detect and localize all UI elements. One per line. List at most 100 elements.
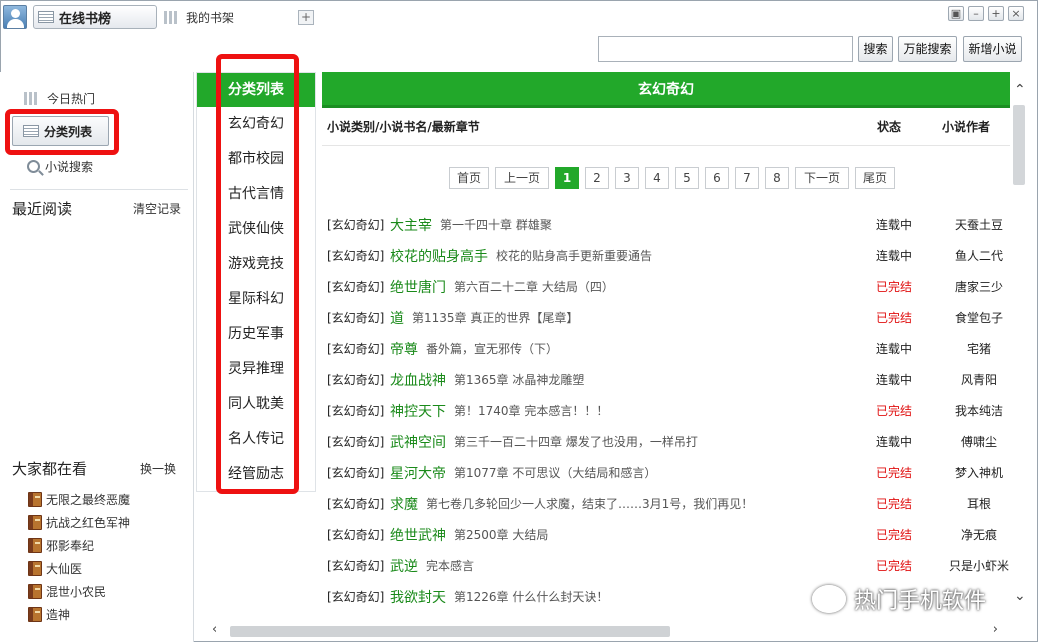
- add-novel-button[interactable]: 新增小说: [963, 36, 1022, 62]
- tab-my-bookshelf[interactable]: 我的书架: [164, 5, 234, 29]
- author-name[interactable]: 傅啸尘: [934, 433, 1010, 450]
- table-row[interactable]: [玄幻奇幻] 龙血战神 第1365章 冰晶神龙雕塑 连载中 风青阳: [322, 364, 1010, 395]
- search-input[interactable]: [598, 36, 853, 62]
- author-name[interactable]: 我本纯洁: [934, 402, 1010, 419]
- page-button-7[interactable]: 7: [735, 167, 759, 189]
- author-name[interactable]: 食堂包子: [934, 309, 1010, 326]
- novel-title-link[interactable]: 绝世武神: [390, 525, 446, 545]
- latest-chapter-link[interactable]: 第1365章 冰晶神龙雕塑: [454, 371, 584, 388]
- user-avatar[interactable]: [3, 5, 27, 29]
- add-tab-button[interactable]: +: [298, 10, 314, 25]
- novel-title-link[interactable]: 武逆: [390, 556, 418, 576]
- vertical-scrollbar[interactable]: ⌃ ⌄: [1010, 72, 1028, 624]
- sidebar-item-category-list[interactable]: 分类列表: [12, 116, 109, 146]
- latest-chapter-link[interactable]: 第六百二十二章 大结局（四）: [454, 278, 614, 295]
- prev-page-button[interactable]: 上一页: [495, 167, 549, 189]
- category-item[interactable]: 同人耽美: [228, 387, 315, 422]
- chevron-left-icon[interactable]: ‹: [212, 622, 217, 637]
- search-button[interactable]: 搜索: [858, 36, 893, 62]
- table-row[interactable]: [玄幻奇幻] 求魔 第七卷几多轮回少一人求魔，结束了……3月1号，我们再见！ 已完结 耳…: [322, 488, 1010, 519]
- table-row[interactable]: [玄幻奇幻] 校花的贴身高手 校花的贴身高手更新重要通告 连载中 鱼人二代: [322, 240, 1010, 271]
- clear-records-link[interactable]: 清空记录: [133, 200, 181, 217]
- author-name[interactable]: 净无痕: [934, 526, 1010, 543]
- novel-title-link[interactable]: 道: [390, 308, 404, 328]
- minimize-icon[interactable]: –: [968, 6, 984, 21]
- author-name[interactable]: 唐家三少: [934, 278, 1010, 295]
- table-row[interactable]: [玄幻奇幻] 武逆 完本感言 已完结 只是小虾米: [322, 550, 1010, 581]
- list-item[interactable]: 邪影奉纪: [28, 534, 130, 557]
- first-page-button[interactable]: 首页: [449, 167, 489, 189]
- category-item[interactable]: 玄幻奇幻: [228, 107, 315, 142]
- list-item[interactable]: 大仙医: [28, 557, 130, 580]
- restore-icon[interactable]: ▣: [948, 6, 964, 21]
- novel-title-link[interactable]: 大主宰: [390, 215, 432, 235]
- latest-chapter-link[interactable]: 第一千四十章 群雄聚: [440, 216, 552, 233]
- author-name[interactable]: 鱼人二代: [934, 247, 1010, 264]
- next-page-button[interactable]: 下一页: [795, 167, 849, 189]
- novel-title-link[interactable]: 武神空间: [390, 432, 446, 452]
- universal-search-button[interactable]: 万能搜索: [898, 36, 957, 62]
- list-item[interactable]: 造神: [28, 603, 130, 626]
- table-row[interactable]: [玄幻奇幻] 帝尊 番外篇，宣无邪传（下） 连载中 宅猪: [322, 333, 1010, 364]
- list-item[interactable]: 混世小农民: [28, 580, 130, 603]
- latest-chapter-link[interactable]: 番外篇，宣无邪传（下）: [426, 340, 558, 357]
- novel-title-link[interactable]: 绝世唐门: [390, 277, 446, 297]
- novel-title-link[interactable]: 求魔: [390, 494, 418, 514]
- sidebar-item-today-hot[interactable]: 今日热门: [24, 90, 95, 107]
- category-item[interactable]: 经管励志: [228, 457, 315, 492]
- novel-title-link[interactable]: 帝尊: [390, 339, 418, 359]
- latest-chapter-link[interactable]: 第七卷几多轮回少一人求魔，结束了……3月1号，我们再见！: [426, 495, 753, 512]
- novel-title-link[interactable]: 我欲封天: [390, 587, 446, 607]
- maximize-icon[interactable]: +: [988, 6, 1004, 21]
- table-row[interactable]: [玄幻奇幻] 绝世唐门 第六百二十二章 大结局（四） 已完结 唐家三少: [322, 271, 1010, 302]
- category-item[interactable]: 武侠仙侠: [228, 212, 315, 247]
- author-name[interactable]: 宅猪: [934, 340, 1010, 357]
- refresh-link[interactable]: 换一换: [140, 460, 176, 477]
- chevron-down-icon[interactable]: ⌄: [1014, 588, 1026, 604]
- latest-chapter-link[interactable]: 第1226章 什么什么封天诀！: [454, 588, 608, 605]
- horizontal-scrollbar[interactable]: ‹ ›: [208, 622, 1002, 640]
- novel-title-link[interactable]: 星河大帝: [390, 463, 446, 483]
- page-button-5[interactable]: 5: [675, 167, 699, 189]
- author-name[interactable]: 耳根: [934, 495, 1010, 512]
- table-row[interactable]: [玄幻奇幻] 绝世武神 第2500章 大结局 已完结 净无痕: [322, 519, 1010, 550]
- category-item[interactable]: 名人传记: [228, 422, 315, 457]
- novel-title-link[interactable]: 校花的贴身高手: [390, 246, 488, 266]
- chevron-right-icon[interactable]: ›: [993, 622, 998, 637]
- novel-title-link[interactable]: 龙血战神: [390, 370, 446, 390]
- sidebar-item-novel-search[interactable]: 小说搜索: [27, 158, 93, 175]
- author-name[interactable]: 只是小虾米: [934, 557, 1010, 574]
- close-icon[interactable]: ×: [1008, 6, 1024, 21]
- novel-title-link[interactable]: 神控天下: [390, 401, 446, 421]
- category-item[interactable]: 古代言情: [228, 177, 315, 212]
- table-row[interactable]: [玄幻奇幻] 神控天下 第！1740章 完本感言！！！ 已完结 我本纯洁: [322, 395, 1010, 426]
- latest-chapter-link[interactable]: 第！1740章 完本感言！！！: [454, 402, 608, 419]
- list-item[interactable]: 抗战之红色军神: [28, 511, 130, 534]
- page-button-3[interactable]: 3: [615, 167, 639, 189]
- author-name[interactable]: 天蚕土豆: [934, 216, 1010, 233]
- scroll-thumb[interactable]: [230, 626, 670, 637]
- chevron-up-icon[interactable]: ⌃: [1014, 82, 1026, 98]
- author-name[interactable]: 梦入神机: [934, 464, 1010, 481]
- latest-chapter-link[interactable]: 校花的贴身高手更新重要通告: [496, 247, 652, 264]
- latest-chapter-link[interactable]: 第2500章 大结局: [454, 526, 548, 543]
- page-button-2[interactable]: 2: [585, 167, 609, 189]
- category-item[interactable]: 都市校园: [228, 142, 315, 177]
- latest-chapter-link[interactable]: 第1135章 真正的世界【尾章】: [412, 309, 578, 326]
- page-button-1[interactable]: 1: [555, 167, 579, 189]
- latest-chapter-link[interactable]: 第1077章 不可思议（大结局和感言）: [454, 464, 656, 481]
- table-row[interactable]: [玄幻奇幻] 星河大帝 第1077章 不可思议（大结局和感言） 已完结 梦入神机: [322, 457, 1010, 488]
- table-row[interactable]: [玄幻奇幻] 武神空间 第三千一百二十四章 爆发了也没用，一样吊打 连载中 傅啸尘: [322, 426, 1010, 457]
- table-row[interactable]: [玄幻奇幻] 大主宰 第一千四十章 群雄聚 连载中 天蚕土豆: [322, 209, 1010, 240]
- category-item[interactable]: 星际科幻: [228, 282, 315, 317]
- category-item[interactable]: 历史军事: [228, 317, 315, 352]
- latest-chapter-link[interactable]: 完本感言: [426, 557, 474, 574]
- last-page-button[interactable]: 尾页: [855, 167, 895, 189]
- category-item[interactable]: 灵异推理: [228, 352, 315, 387]
- latest-chapter-link[interactable]: 第三千一百二十四章 爆发了也没用，一样吊打: [454, 433, 698, 450]
- table-row[interactable]: [玄幻奇幻] 道第1135章 真正的世界【尾章】 已完结 食堂包子: [322, 302, 1010, 333]
- page-button-8[interactable]: 8: [765, 167, 789, 189]
- author-name[interactable]: 风青阳: [934, 371, 1010, 388]
- page-button-4[interactable]: 4: [645, 167, 669, 189]
- category-item[interactable]: 游戏竞技: [228, 247, 315, 282]
